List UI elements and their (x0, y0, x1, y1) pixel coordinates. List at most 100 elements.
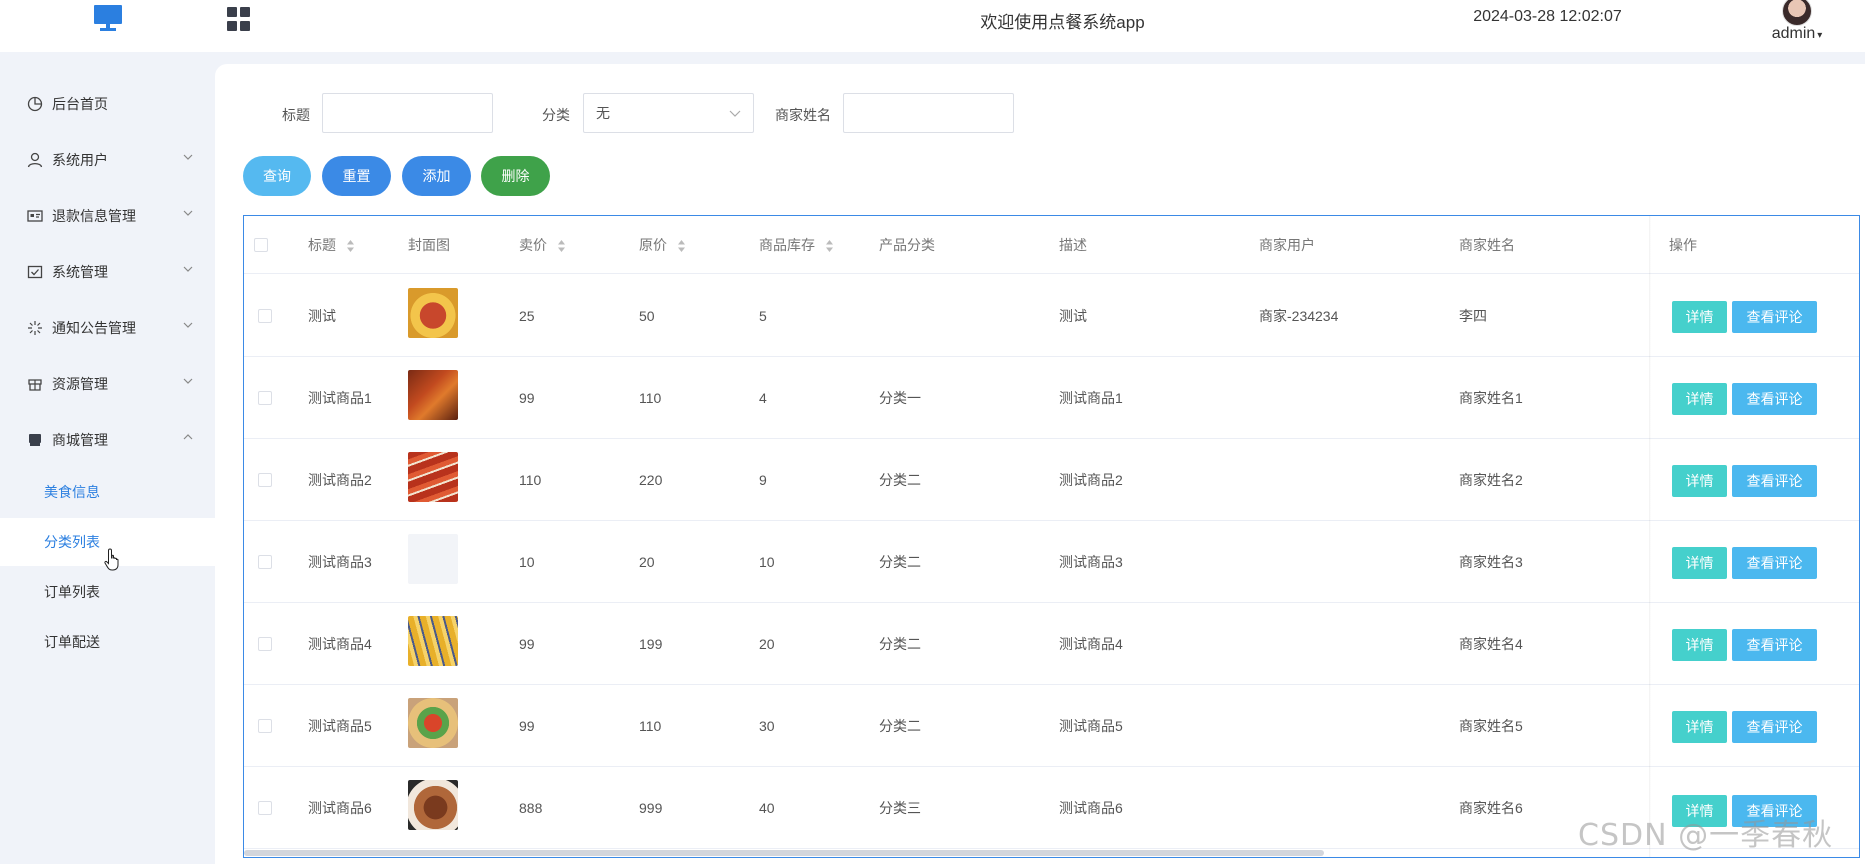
user-icon (27, 152, 43, 168)
sort-icon[interactable] (825, 239, 834, 253)
sidebar-subitem-label: 分类列表 (44, 534, 100, 550)
merchant-filter-input[interactable] (843, 93, 1014, 133)
row-checkbox[interactable] (258, 391, 272, 405)
detail-button[interactable]: 详情 (1672, 301, 1727, 333)
sidebar-item-label: 系统用户 (52, 152, 108, 168)
sidebar-item-home[interactable]: 后台首页 (0, 82, 215, 126)
row-checkbox[interactable] (258, 555, 272, 569)
table-row: 测试商品1 99 110 4 分类一 测试商品1 商家姓名1 详情 查看评论 (244, 357, 1859, 439)
cell-stock: 5 (759, 308, 767, 324)
sort-icon[interactable] (557, 239, 566, 253)
cover-image[interactable] (408, 288, 458, 338)
shop-icon (27, 432, 43, 448)
row-checkbox[interactable] (258, 309, 272, 323)
cell-orig-price: 20 (639, 554, 655, 570)
avatar[interactable] (1782, 0, 1812, 26)
cell-title: 测试商品2 (308, 472, 372, 488)
chevron-down-icon (729, 110, 741, 117)
product-table: 标题 封面图 卖价 原价 商品库存 产品分类 描述 商家用户 商家姓名 操作 测… (243, 215, 1860, 858)
category-select[interactable]: 无 (583, 93, 754, 133)
sidebar-item-label: 商城管理 (52, 432, 108, 448)
sidebar-item-resources[interactable]: 资源管理 (0, 362, 215, 406)
sidebar-item-system-mgmt[interactable]: 系统管理 (0, 250, 215, 294)
detail-button[interactable]: 详情 (1672, 465, 1727, 497)
watermark: CSDN @一季春秋 (1578, 818, 1834, 853)
header-title[interactable]: 标题 (308, 216, 355, 274)
title-filter-label: 标题 (282, 107, 310, 123)
cell-title: 测试商品5 (308, 718, 372, 734)
cell-merchant-user: 商家-234234 (1259, 308, 1339, 324)
cell-orig-price: 999 (639, 800, 663, 816)
row-checkbox[interactable] (258, 637, 272, 651)
sort-icon[interactable] (346, 239, 355, 253)
sidebar-item-shop[interactable]: 商城管理 (0, 418, 215, 462)
table-header: 标题 封面图 卖价 原价 商品库存 产品分类 描述 商家用户 商家姓名 操作 (244, 216, 1859, 274)
view-comments-button[interactable]: 查看评论 (1732, 547, 1817, 579)
cover-image[interactable] (408, 616, 458, 666)
header-price[interactable]: 卖价 (519, 216, 566, 274)
reset-button[interactable]: 重置 (322, 156, 391, 196)
add-button[interactable]: 添加 (402, 156, 471, 196)
view-comments-button[interactable]: 查看评论 (1732, 629, 1817, 661)
sidebar-subitem-order-list[interactable]: 订单列表 (0, 568, 215, 616)
cover-image[interactable] (408, 780, 458, 830)
sidebar-subitem-order-delivery[interactable]: 订单配送 (0, 618, 215, 666)
select-all-checkbox[interactable] (254, 238, 268, 252)
detail-button[interactable]: 详情 (1672, 711, 1727, 743)
detail-button[interactable]: 详情 (1672, 547, 1727, 579)
user-menu[interactable]: admin ▾ (1752, 0, 1842, 48)
dashboard-icon (27, 96, 43, 112)
sidebar-item-label: 通知公告管理 (52, 320, 136, 336)
view-comments-button[interactable]: 查看评论 (1732, 711, 1817, 743)
main-panel: 标题 分类 无 商家姓名 查询 重置 添加 删除 标题 封面图 卖价 原价 商品… (215, 64, 1865, 864)
header-orig-price[interactable]: 原价 (639, 216, 686, 274)
header-label: 原价 (639, 237, 667, 253)
sidebar-item-notices[interactable]: 通知公告管理 (0, 306, 215, 350)
cell-orig-price: 110 (639, 718, 662, 734)
cell-price: 25 (519, 308, 535, 324)
username-label: admin (1771, 25, 1816, 42)
sort-icon[interactable] (677, 239, 686, 253)
cover-image-placeholder[interactable] (408, 534, 458, 584)
cell-category: 分类三 (879, 800, 921, 816)
cell-category: 分类二 (879, 554, 921, 570)
username[interactable]: admin ▾ (1752, 25, 1842, 43)
sidebar-item-label: 后台首页 (52, 96, 108, 112)
cover-image[interactable] (408, 452, 458, 502)
row-checkbox[interactable] (258, 473, 272, 487)
query-button[interactable]: 查询 (243, 156, 311, 196)
header-desc: 描述 (1059, 237, 1087, 253)
cell-merchant-name: 商家姓名4 (1459, 636, 1523, 652)
header-label: 卖价 (519, 237, 547, 253)
menu-grid-icon[interactable] (227, 7, 251, 31)
sidebar-subitem-food-info[interactable]: 美食信息 (0, 468, 215, 516)
cell-title: 测试商品4 (308, 636, 372, 652)
view-comments-button[interactable]: 查看评论 (1732, 383, 1817, 415)
sidebar-subitem-label: 订单配送 (44, 634, 100, 650)
table-row: 测试商品3 10 20 10 分类二 测试商品3 商家姓名3 详情 查看评论 (244, 521, 1859, 603)
header-category: 产品分类 (879, 237, 935, 253)
top-bar: 欢迎使用点餐系统app 2024-03-28 12:02:07 admin ▾ (0, 0, 1865, 52)
cell-stock: 4 (759, 390, 767, 406)
title-filter-input[interactable] (322, 93, 493, 133)
horizontal-scrollbar[interactable] (244, 850, 1324, 856)
cell-merchant-name: 商家姓名3 (1459, 554, 1523, 570)
delete-button[interactable]: 删除 (481, 156, 550, 196)
chevron-down-icon: ▾ (1817, 30, 1823, 41)
tag-icon (27, 376, 43, 392)
detail-button[interactable]: 详情 (1672, 629, 1727, 661)
header-stock[interactable]: 商品库存 (759, 216, 834, 274)
table-row: 测试商品2 110 220 9 分类二 测试商品2 商家姓名2 详情 查看评论 (244, 439, 1859, 521)
sidebar-item-refund[interactable]: 退款信息管理 (0, 194, 215, 238)
view-comments-button[interactable]: 查看评论 (1732, 465, 1817, 497)
cell-desc: 测试商品1 (1059, 390, 1123, 406)
cell-price: 99 (519, 636, 535, 652)
chevron-up-icon (183, 434, 193, 440)
view-comments-button[interactable]: 查看评论 (1732, 301, 1817, 333)
row-checkbox[interactable] (258, 719, 272, 733)
cover-image[interactable] (408, 698, 458, 748)
row-checkbox[interactable] (258, 801, 272, 815)
sidebar-item-system-users[interactable]: 系统用户 (0, 138, 215, 182)
detail-button[interactable]: 详情 (1672, 383, 1727, 415)
cover-image[interactable] (408, 370, 458, 420)
